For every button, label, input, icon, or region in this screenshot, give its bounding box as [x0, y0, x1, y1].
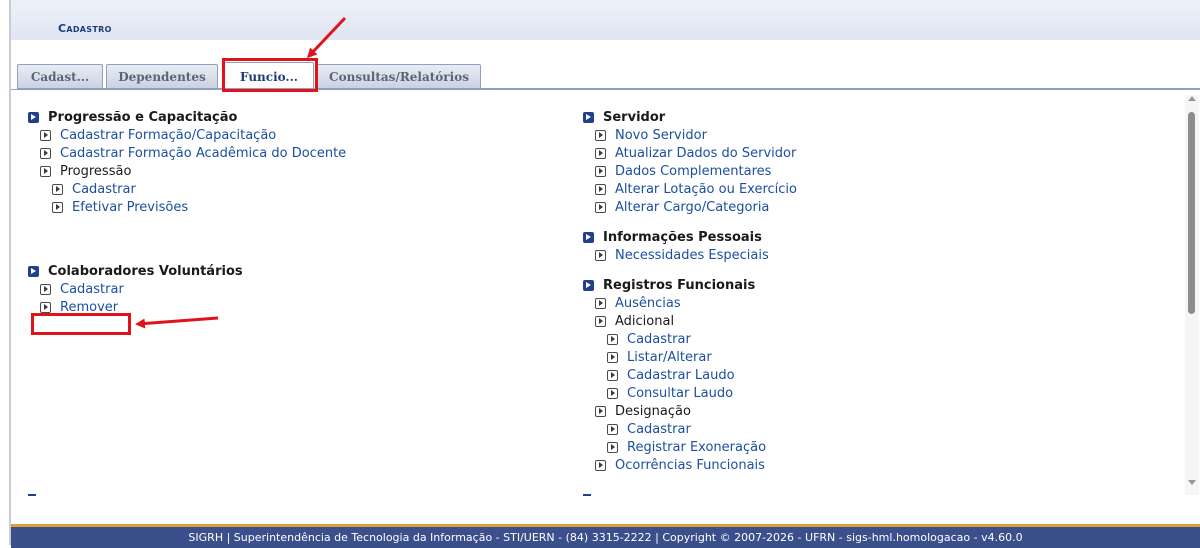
arrow-to-remover-icon	[135, 316, 219, 329]
annotation-arrows	[135, 16, 347, 329]
arrow-to-tab-icon	[306, 16, 347, 59]
page-footer: SIGRH | Superintendência de Tecnologia d…	[11, 524, 1200, 548]
footer-text: SIGRH | Superintendência de Tecnologia d…	[188, 531, 1023, 544]
